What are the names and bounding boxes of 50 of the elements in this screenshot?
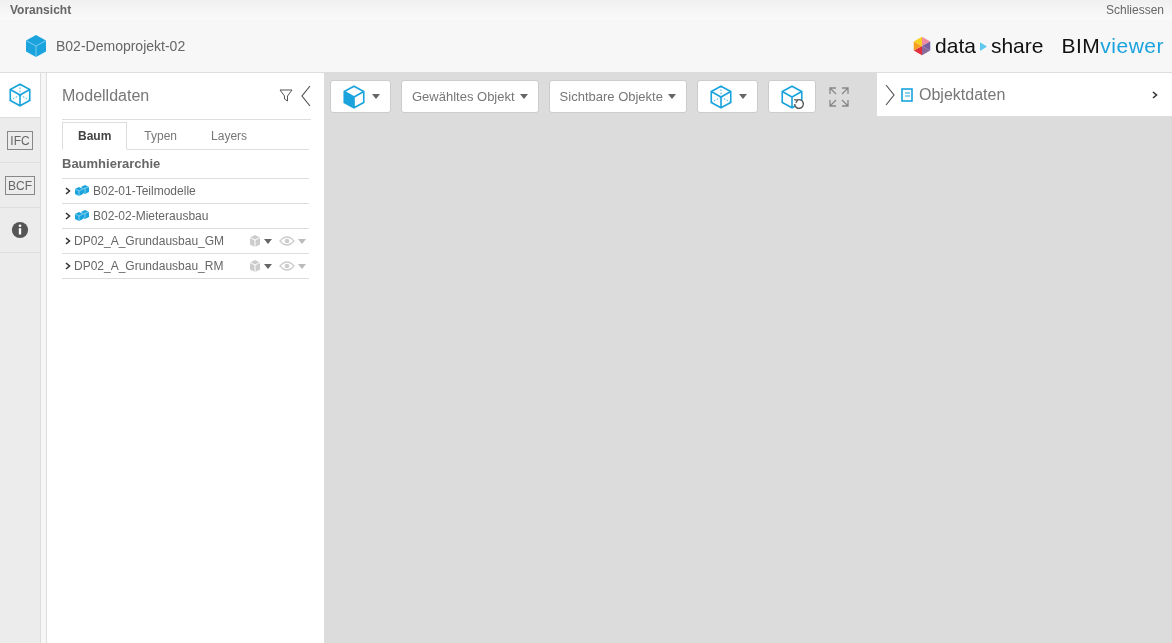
dropdown-button[interactable]: Sichtbare Objekte: [548, 80, 687, 113]
cube-icon: [7, 81, 33, 109]
expand-icon[interactable]: [885, 83, 895, 106]
cubes-icon: [74, 209, 90, 223]
notebook-icon: [901, 87, 913, 102]
view-button[interactable]: [767, 80, 816, 113]
info-icon: [11, 221, 29, 239]
cubes-icon: [74, 184, 90, 198]
sidebar-tab[interactable]: BCF: [0, 163, 40, 208]
folder-label: BCF: [5, 175, 35, 195]
sidebar-tab[interactable]: [0, 73, 40, 118]
brand-text: data: [935, 34, 976, 58]
caret-icon: [372, 94, 380, 99]
project-name: B02-Demoprojekt-02: [56, 38, 186, 54]
folder-label: IFC: [7, 130, 33, 150]
caret-icon: [519, 94, 528, 99]
panel-title: Objektdaten: [919, 85, 1007, 104]
view-button[interactable]: [330, 80, 391, 113]
tree-item[interactable]: DP02_A_Grundausbau_RM: [62, 254, 309, 279]
play-icon: [979, 41, 987, 51]
dropdown-button[interactable]: Gewähltes Objekt: [401, 80, 539, 113]
section-heading: Baumhierarchie: [62, 150, 309, 179]
chevron-icon[interactable]: [1152, 90, 1158, 99]
chevron-icon: [65, 187, 71, 195]
eye-icon[interactable]: [279, 236, 295, 246]
close-link[interactable]: Schliessen: [1105, 3, 1164, 17]
tab[interactable]: Layers: [194, 122, 265, 150]
view-button[interactable]: [696, 80, 758, 113]
panel-title: Modelldaten: [62, 87, 151, 105]
tree-item[interactable]: B02-02-Mieterausbau: [62, 204, 309, 229]
fullscreen-icon[interactable]: [827, 85, 850, 108]
cube-icon: [24, 32, 48, 60]
sidebar-tab[interactable]: IFC: [0, 118, 40, 163]
collapse-icon[interactable]: [301, 85, 311, 107]
caret-icon: [667, 94, 676, 99]
tree-item[interactable]: DP02_A_Grundausbau_GM: [62, 229, 309, 254]
tab[interactable]: Typen: [127, 122, 195, 150]
window-title: Voransicht: [10, 3, 72, 17]
eye-icon[interactable]: [279, 261, 295, 271]
caret-icon: [738, 94, 747, 99]
chevron-icon: [65, 212, 71, 220]
chevron-icon: [65, 237, 71, 245]
chevron-icon: [65, 262, 71, 270]
caret-icon[interactable]: [264, 263, 272, 269]
tree-item[interactable]: B02-01-Teilmodelle: [62, 179, 309, 204]
product-name: BIMviewer: [1061, 34, 1164, 58]
brand-text: share: [990, 34, 1044, 58]
filter-icon[interactable]: [279, 89, 293, 103]
tab[interactable]: Baum: [62, 122, 128, 150]
caret-icon[interactable]: [264, 238, 272, 244]
